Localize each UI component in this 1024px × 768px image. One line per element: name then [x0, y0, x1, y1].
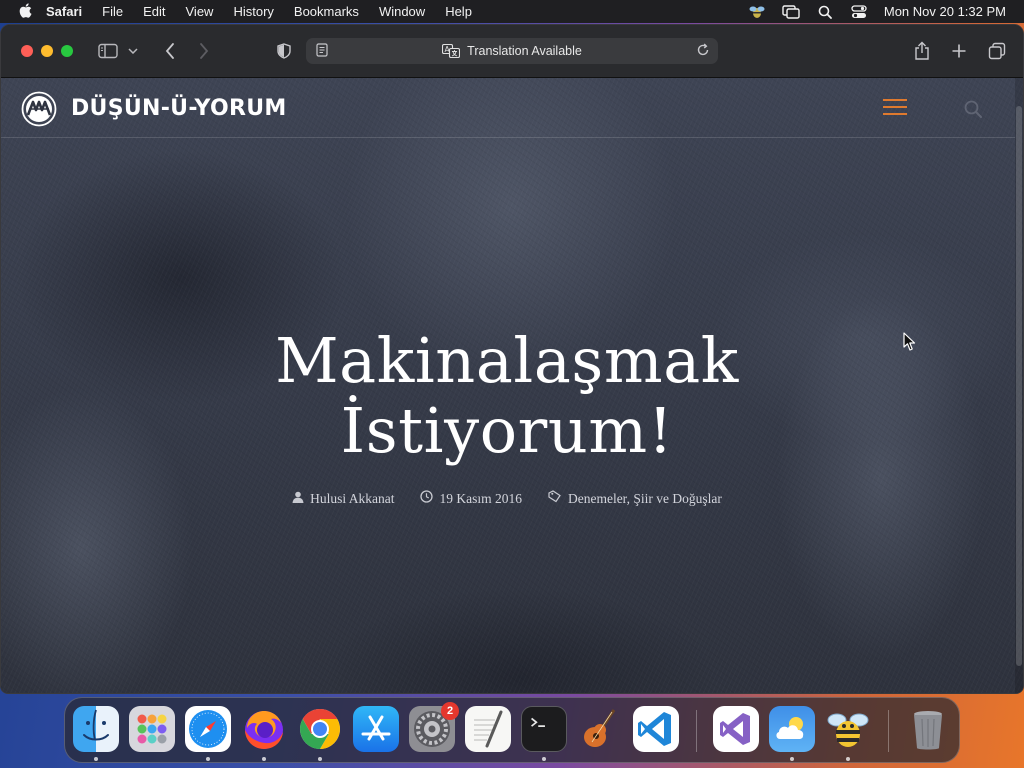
- apple-menu-icon[interactable]: [10, 2, 40, 21]
- dock-chrome-icon[interactable]: [297, 706, 343, 752]
- category-links[interactable]: Denemeler, Şiir ve Doğuşlar: [568, 491, 722, 507]
- dock-separator: [696, 710, 697, 752]
- menu-help[interactable]: Help: [435, 4, 482, 19]
- dock-separator-trash: [888, 710, 889, 752]
- dock-safari-icon[interactable]: [185, 706, 231, 752]
- publish-date: 19 Kasım 2016: [439, 490, 522, 506]
- site-logo-icon[interactable]: [21, 91, 57, 127]
- address-bar[interactable]: A Translation Available: [306, 38, 718, 64]
- dock-weather-icon[interactable]: [769, 706, 815, 752]
- menu-edit[interactable]: Edit: [133, 4, 175, 19]
- dock-finder-icon[interactable]: [73, 706, 119, 752]
- spotlight-search-icon[interactable]: [808, 5, 842, 19]
- article-title-line-1: Makinalaşmak: [275, 324, 739, 397]
- site-search-icon[interactable]: [963, 99, 983, 119]
- user-icon: [292, 491, 304, 507]
- menu-view[interactable]: View: [176, 4, 224, 19]
- dock-textedit-icon[interactable]: [465, 706, 511, 752]
- screen-mirroring-icon[interactable]: [774, 4, 808, 19]
- author-name[interactable]: Hulusi Akkanat: [310, 491, 394, 507]
- page-scrollbar[interactable]: [1015, 78, 1023, 693]
- dock-garageband-icon[interactable]: [577, 706, 623, 752]
- clock-icon: [420, 490, 434, 507]
- dock-vscode-icon[interactable]: [633, 706, 679, 752]
- site-logo-text[interactable]: DÜŞÜN-Ü-YORUM: [71, 96, 287, 121]
- article-title-line-2: İstiyorum!: [340, 394, 674, 467]
- menu-history[interactable]: History: [223, 4, 283, 19]
- site-header: DÜŞÜN-Ü-YORUM: [1, 78, 1015, 138]
- chevron-down-icon[interactable]: [126, 40, 140, 62]
- menu-app-name[interactable]: Safari: [40, 4, 92, 19]
- dock-safari-running-dot: [206, 757, 210, 761]
- control-center-icon[interactable]: [842, 4, 876, 19]
- dock-finder-running-dot: [94, 757, 98, 761]
- dock-app-store-icon[interactable]: [353, 706, 399, 752]
- translate-icon[interactable]: A: [442, 44, 461, 58]
- reader-view-icon[interactable]: [316, 43, 328, 60]
- dock-bee-app-running-dot: [846, 757, 850, 761]
- dock-chrome-running-dot: [318, 757, 322, 761]
- article-author[interactable]: Hulusi Akkanat: [292, 491, 394, 507]
- window-zoom-button[interactable]: [61, 45, 73, 57]
- dock-terminal-icon[interactable]: [521, 706, 567, 752]
- dock: 2: [64, 697, 960, 763]
- sidebar-toggle-icon[interactable]: [97, 40, 119, 62]
- article-categories[interactable]: Denemeler, Şiir ve Doğuşlar: [548, 490, 722, 507]
- article-meta: Hulusi Akkanat 19 Kasım 2016 Denemeler, …: [201, 490, 813, 507]
- menu-bar: Safari File Edit View History Bookmarks …: [0, 0, 1024, 23]
- article-date: 19 Kasım 2016: [420, 490, 522, 507]
- menu-window[interactable]: Window: [369, 4, 435, 19]
- reload-icon[interactable]: [696, 43, 710, 60]
- dock-launchpad-icon[interactable]: [129, 706, 175, 752]
- back-button-icon[interactable]: [159, 40, 181, 62]
- dock-trash-icon[interactable]: [905, 706, 951, 752]
- tab-overview-icon[interactable]: [986, 40, 1008, 62]
- dock-terminal-running-dot: [542, 757, 546, 761]
- window-close-button[interactable]: [21, 45, 33, 57]
- web-page: DÜŞÜN-Ü-YORUM Makinalaşmak İstiyorum! Hu…: [1, 78, 1023, 693]
- menu-bookmarks[interactable]: Bookmarks: [284, 4, 369, 19]
- forward-button-icon[interactable]: [193, 40, 215, 62]
- dock-firefox-running-dot: [262, 757, 266, 761]
- dock-bee-app-icon[interactable]: [825, 706, 871, 752]
- folder-tag-icon: [548, 490, 562, 507]
- page-scrollbar-thumb[interactable]: [1016, 106, 1022, 666]
- privacy-shield-icon[interactable]: [273, 40, 295, 62]
- safari-window: A Translation Available DÜŞÜN-Ü-YORUM Ma…: [0, 24, 1024, 694]
- share-icon[interactable]: [911, 40, 933, 62]
- mouse-pointer-icon: [903, 332, 917, 352]
- dock-weather-running-dot: [790, 757, 794, 761]
- bee-status-icon[interactable]: [740, 5, 774, 19]
- site-menu-hamburger-icon[interactable]: [883, 99, 907, 115]
- new-tab-icon[interactable]: [948, 40, 970, 62]
- menu-clock[interactable]: Mon Nov 20 1:32 PM: [876, 4, 1024, 19]
- dock-visual-studio-icon[interactable]: [713, 706, 759, 752]
- system-settings-badge: 2: [441, 702, 459, 720]
- article-title: Makinalaşmak İstiyorum!: [201, 326, 813, 466]
- address-bar-text: Translation Available: [467, 44, 582, 58]
- window-minimize-button[interactable]: [41, 45, 53, 57]
- dock-firefox-icon[interactable]: [241, 706, 287, 752]
- menu-file[interactable]: File: [92, 4, 133, 19]
- safari-toolbar: A Translation Available: [1, 25, 1023, 78]
